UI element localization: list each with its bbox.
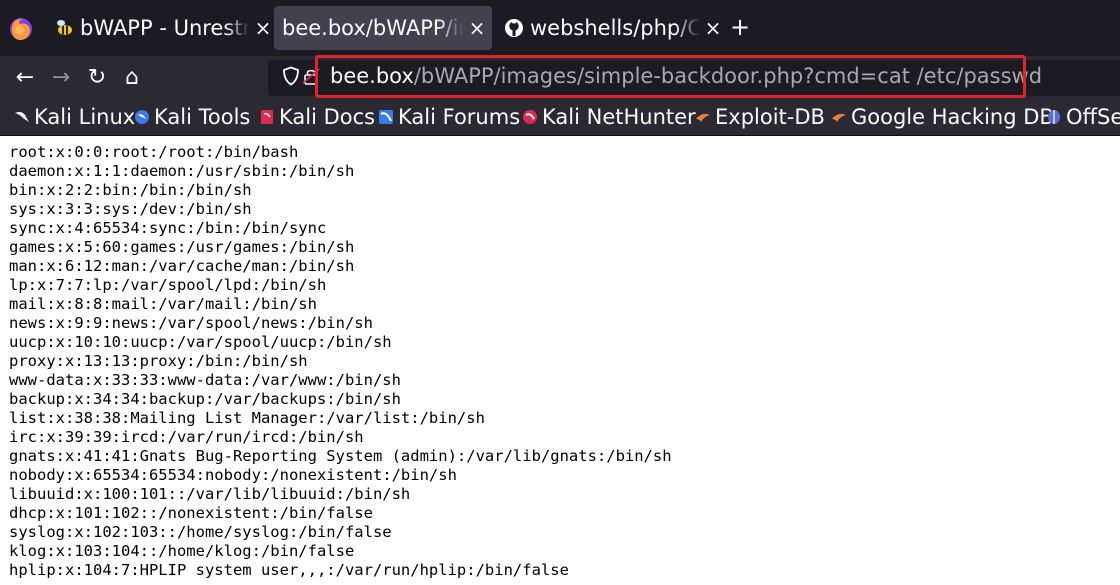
passwd-line: www-data:x:33:33:www-data:/var/www:/bin/…: [9, 371, 401, 389]
bookmark-label: Kali NetHunter: [542, 105, 696, 129]
bookmark-label: Kali Linux: [34, 105, 136, 129]
passwd-line: root:x:0:0:root:/root:/bin/bash: [9, 143, 299, 161]
passwd-line: klog:x:103:104::/home/klog:/bin/false: [9, 542, 355, 560]
passwd-line: games:x:5:60:games:/usr/games:/bin/sh: [9, 238, 355, 256]
close-tab-icon[interactable]: ×: [254, 16, 272, 40]
bookmark-google-hacking-db[interactable]: Google Hacking DB: [831, 104, 1054, 130]
bookmarks-toolbar: Kali Linux Kali Tools Kali Docs Kali For…: [0, 100, 1120, 136]
github-icon: [505, 19, 523, 37]
kali-forums-icon: [379, 110, 393, 124]
tab-webshells[interactable]: webshells/php/CSS at master ×: [500, 0, 722, 56]
bookmark-label: Google Hacking DB: [851, 105, 1054, 129]
passwd-line: libuuid:x:100:101::/var/lib/libuuid:/bin…: [9, 485, 411, 503]
passwd-line: mail:x:8:8:mail:/var/mail:/bin/sh: [9, 295, 317, 313]
bookmark-label: OffSec: [1066, 105, 1120, 129]
bee-icon: [57, 20, 72, 35]
passwd-line: list:x:38:38:Mailing List Manager:/var/l…: [9, 409, 485, 427]
firefox-menu-icon[interactable]: [8, 16, 34, 42]
forward-button[interactable]: →: [49, 66, 73, 90]
tab-simple-backdoor[interactable]: bee.box/bWAPP/images/simple-backdoor.php…: [274, 6, 492, 50]
tracking-protection-shield-icon[interactable]: [282, 66, 300, 86]
kali-docs-icon: [261, 110, 273, 124]
offsec-icon: [1048, 110, 1060, 124]
passwd-line: syslog:x:102:103::/home/syslog:/bin/fals…: [9, 523, 392, 541]
passwd-line: bin:x:2:2:bin:/bin:/bin/sh: [9, 181, 252, 199]
tab-title: bee.box/bWAPP/images/simple-backdoor.php: [282, 16, 464, 40]
passwd-line: proxy:x:13:13:proxy:/bin:/bin/sh: [9, 352, 308, 370]
bookmark-kali-tools[interactable]: Kali Tools: [134, 104, 250, 130]
passwd-line: daemon:x:1:1:daemon:/usr/sbin:/bin/sh: [9, 162, 355, 180]
passwd-line: sys:x:3:3:sys:/dev:/bin/sh: [9, 200, 252, 218]
home-button[interactable]: ⌂: [120, 66, 144, 90]
passwd-line: dhcp:x:101:102::/nonexistent:/bin/false: [9, 504, 373, 522]
new-tab-button[interactable]: +: [730, 13, 750, 41]
bookmark-label: Kali Forums: [398, 105, 521, 129]
url-highlight-annotation: [315, 55, 1026, 98]
passwd-line: sync:x:4:65534:sync:/bin:/bin/sync: [9, 219, 327, 237]
ghdb-icon: [832, 114, 846, 122]
bookmark-label: Exploit-DB: [715, 105, 825, 129]
bookmark-kali-docs[interactable]: Kali Docs: [259, 104, 375, 130]
kali-dragon-icon: [15, 111, 29, 122]
close-tab-icon[interactable]: ×: [704, 16, 722, 40]
bookmark-offsec[interactable]: OffSec: [1046, 104, 1120, 130]
passwd-line: hplip:x:104:7:HPLIP system user,,,:/var/…: [9, 561, 569, 579]
passwd-line: uucp:x:10:10:uucp:/var/spool/uucp:/bin/s…: [9, 333, 392, 351]
nethunter-icon: [523, 110, 537, 124]
close-tab-icon[interactable]: ×: [468, 16, 486, 40]
passwd-line: man:x:6:12:man:/var/cache/man:/bin/sh: [9, 257, 355, 275]
reload-button[interactable]: ↻: [85, 66, 109, 90]
passwd-line: nobody:x:65534:65534:nobody:/nonexistent…: [9, 466, 457, 484]
bookmark-label: Kali Docs: [279, 105, 376, 129]
tab-title: bWAPP - Unrestricted File Upload: [80, 16, 250, 40]
bookmark-kali-nethunter[interactable]: Kali NetHunter: [522, 104, 696, 130]
bookmark-kali-forums[interactable]: Kali Forums: [378, 104, 520, 130]
exploitdb-icon: [696, 114, 710, 122]
tab-strip: bWAPP - Unrestricted File Upload × bee.b…: [0, 0, 1120, 56]
passwd-line: gnats:x:41:41:Gnats Bug-Reporting System…: [9, 447, 672, 465]
passwd-line: lp:x:7:7:lp:/var/spool/lpd:/bin/sh: [9, 276, 327, 294]
bookmark-label: Kali Tools: [154, 105, 251, 129]
passwd-line: irc:x:39:39:ircd:/var/run/ircd:/bin/sh: [9, 428, 364, 446]
passwd-line: backup:x:34:34:backup:/var/backups:/bin/…: [9, 390, 401, 408]
tab-bwapp[interactable]: bWAPP - Unrestricted File Upload ×: [48, 0, 272, 56]
bookmark-exploit-db[interactable]: Exploit-DB: [695, 104, 825, 130]
kali-tools-icon: [135, 110, 149, 124]
passwd-line: news:x:9:9:news:/var/spool/news:/bin/sh: [9, 314, 373, 332]
bookmark-kali-linux[interactable]: Kali Linux: [14, 104, 135, 130]
tab-title: webshells/php/CSS at master: [530, 16, 700, 40]
page-content: root:x:0:0:root:/root:/bin/bash daemon:x:…: [0, 136, 1120, 585]
back-button[interactable]: ←: [13, 66, 37, 90]
